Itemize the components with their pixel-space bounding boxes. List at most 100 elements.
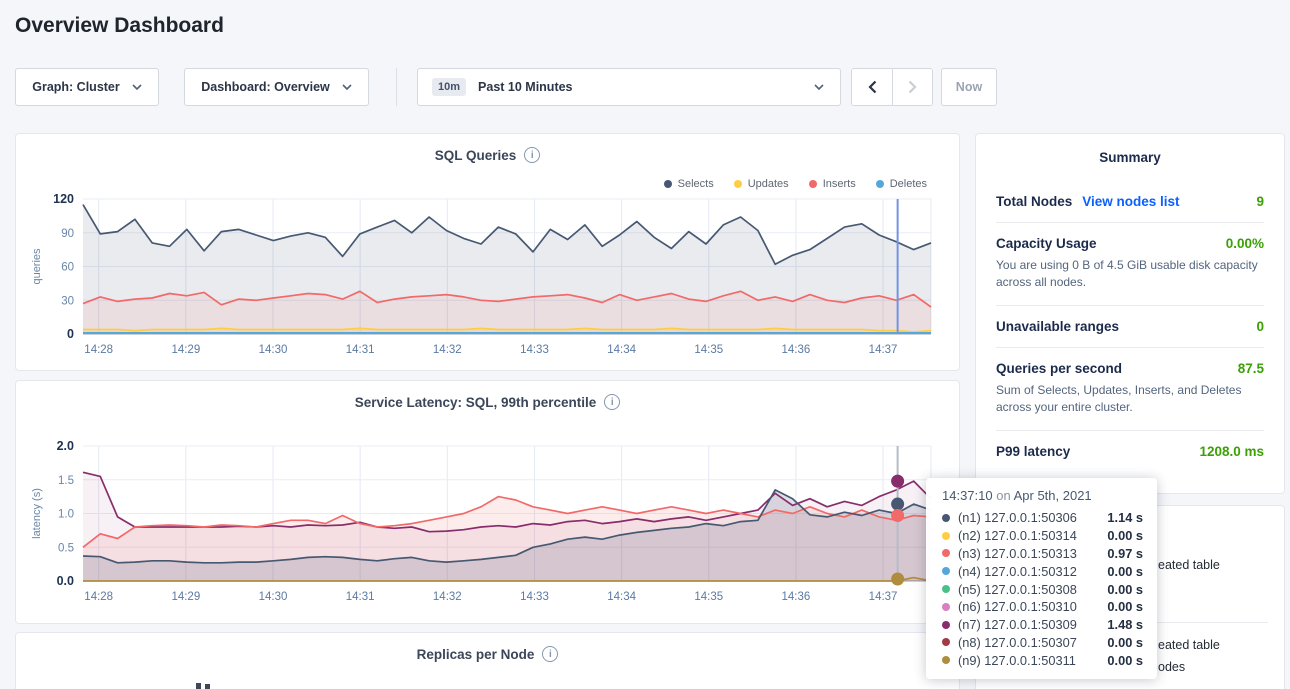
svg-text:queries: queries (31, 248, 43, 285)
stat-value: 9 (1256, 194, 1264, 209)
svg-text:latency (s): latency (s) (31, 488, 43, 539)
tooltip-node-row: (n1) 127.0.0.1:50306 1.14 s (942, 509, 1143, 527)
dashboard-dropdown[interactable]: Dashboard: Overview (184, 68, 369, 106)
chevron-down-icon (132, 84, 142, 90)
svg-text:120: 120 (53, 192, 74, 206)
tooltip-node-row: (n8) 127.0.0.1:503070.00 s (942, 634, 1143, 652)
node-series-dot (942, 603, 950, 611)
summary-stat-row: P99 latency 1208.0 ms (996, 430, 1264, 472)
stat-value: 0 (1256, 319, 1264, 334)
node-address: (n6) 127.0.0.1:50310 (958, 599, 1077, 614)
svg-text:30: 30 (61, 295, 74, 307)
node-address: (n3) 127.0.0.1:50313 (958, 546, 1077, 561)
svg-text:14:29: 14:29 (171, 591, 200, 603)
page-title: Overview Dashboard (15, 14, 224, 38)
svg-text:0.0: 0.0 (57, 574, 74, 588)
replicas-per-node-card: Replicas per Node i (15, 632, 960, 689)
svg-text:0: 0 (67, 327, 74, 341)
node-latency-value: 0.00 s (1107, 635, 1143, 650)
dashboard-dropdown-label: Dashboard: Overview (201, 80, 330, 94)
stat-label: P99 latency (996, 444, 1070, 459)
node-latency-value: 0.00 s (1107, 599, 1143, 614)
tooltip-node-row: (n2) 127.0.0.1:503140.00 s (942, 527, 1143, 545)
event-fragment: odes (1158, 660, 1185, 674)
now-button[interactable]: Now (941, 68, 997, 106)
time-prev-button[interactable] (852, 69, 892, 105)
chart-hover-tooltip: 14:37:10 on Apr 5th, 2021 (n1) 127.0.0.1… (926, 478, 1157, 679)
clipped-chart-label (196, 683, 201, 689)
node-latency-value: 1.14 s (1107, 510, 1143, 525)
svg-text:14:28: 14:28 (84, 591, 113, 603)
event-fragment: eated table (1158, 558, 1220, 572)
info-icon[interactable]: i (542, 646, 558, 662)
svg-text:2.0: 2.0 (57, 439, 74, 453)
summary-stat-row: Unavailable ranges 0 (996, 305, 1264, 347)
svg-text:14:37: 14:37 (869, 591, 898, 603)
summary-panel: Summary Total Nodes View nodes list 9 Capac… (975, 133, 1285, 494)
node-latency-value: 0.00 s (1107, 582, 1143, 597)
service-latency-chart[interactable]: 0.00.51.01.52.014:2814:2914:3014:3114:32… (16, 381, 961, 625)
node-address: (n5) 127.0.0.1:50308 (958, 582, 1077, 597)
stat-description: You are using 0 B of 4.5 GiB usable disk… (996, 257, 1264, 292)
node-address: (n1) 127.0.0.1:50306 (958, 510, 1077, 525)
svg-text:14:37: 14:37 (869, 344, 898, 356)
graph-dropdown-label: Graph: Cluster (32, 80, 120, 94)
svg-text:14:30: 14:30 (259, 591, 288, 603)
stat-value: 1208.0 ms (1199, 444, 1264, 459)
node-latency-value: 1.48 s (1107, 617, 1143, 632)
stat-value: 87.5 (1238, 361, 1264, 376)
node-address: (n2) 127.0.0.1:50314 (958, 528, 1077, 543)
view-nodes-list-link[interactable]: View nodes list (1082, 194, 1179, 209)
svg-text:14:31: 14:31 (346, 344, 375, 356)
node-series-dot (942, 532, 950, 540)
node-latency-value: 0.00 s (1107, 653, 1143, 668)
stat-label: Queries per second (996, 361, 1122, 376)
chevron-down-icon (342, 84, 352, 90)
tooltip-node-row: (n3) 127.0.0.1:50313 0.97 s (942, 545, 1143, 563)
stat-label: Total Nodes (996, 194, 1072, 209)
toolbar-divider (396, 68, 397, 106)
svg-text:14:35: 14:35 (694, 591, 723, 603)
tooltip-node-row: (n7) 127.0.0.1:50309 1.48 s (942, 616, 1143, 634)
svg-text:90: 90 (61, 228, 74, 240)
summary-stat-row: Queries per second87.5Sum of Selects, Up… (996, 347, 1264, 430)
time-range-label: Past 10 Minutes (478, 80, 572, 94)
svg-text:14:33: 14:33 (520, 344, 549, 356)
replicas-per-node-title: Replicas per Node i (16, 646, 959, 662)
node-series-dot (942, 514, 950, 522)
service-latency-card: Service Latency: SQL, 99th percentile i … (15, 380, 960, 624)
svg-text:14:29: 14:29 (171, 344, 200, 356)
tooltip-node-row: (n9) 127.0.0.1:50311 0.00 s (942, 651, 1143, 669)
graph-dropdown[interactable]: Graph: Cluster (15, 68, 159, 106)
svg-text:14:33: 14:33 (520, 591, 549, 603)
time-nav-group (851, 68, 933, 106)
stat-label: Capacity Usage (996, 236, 1097, 251)
svg-text:0.5: 0.5 (58, 542, 74, 554)
svg-text:14:28: 14:28 (84, 344, 113, 356)
node-series-dot (942, 621, 950, 629)
time-next-button[interactable] (892, 69, 932, 105)
node-address: (n7) 127.0.0.1:50309 (958, 617, 1077, 632)
svg-text:1.0: 1.0 (58, 509, 74, 521)
node-latency-value: 0.97 s (1107, 546, 1143, 561)
node-address: (n9) 127.0.0.1:50311 (958, 653, 1076, 668)
stat-label: Unavailable ranges (996, 319, 1119, 334)
summary-title: Summary (976, 150, 1284, 165)
tooltip-rows: (n1) 127.0.0.1:50306 1.14 s (n2) 127.0.0.1… (942, 509, 1143, 669)
sql-queries-chart[interactable]: 030609012014:2814:2914:3014:3114:3214:33… (16, 134, 961, 372)
summary-stat-row: Capacity Usage0.00%You are using 0 B of … (996, 222, 1264, 305)
node-series-dot (942, 656, 950, 664)
svg-text:60: 60 (61, 262, 74, 274)
time-range-badge: 10m (432, 78, 466, 96)
svg-text:14:35: 14:35 (694, 344, 723, 356)
node-series-dot (942, 638, 950, 646)
tooltip-timestamp: 14:37:10 on Apr 5th, 2021 (942, 488, 1143, 503)
svg-text:14:32: 14:32 (433, 591, 462, 603)
svg-text:14:36: 14:36 (782, 344, 811, 356)
chevron-left-icon (868, 80, 877, 94)
svg-text:14:30: 14:30 (259, 344, 288, 356)
summary-stat-row: Total Nodes View nodes list 9 (996, 181, 1264, 222)
dashboard-toolbar: Graph: Cluster Dashboard: Overview 10m P… (0, 68, 1290, 106)
node-latency-value: 0.00 s (1107, 564, 1143, 579)
time-range-dropdown[interactable]: 10m Past 10 Minutes (417, 68, 841, 106)
